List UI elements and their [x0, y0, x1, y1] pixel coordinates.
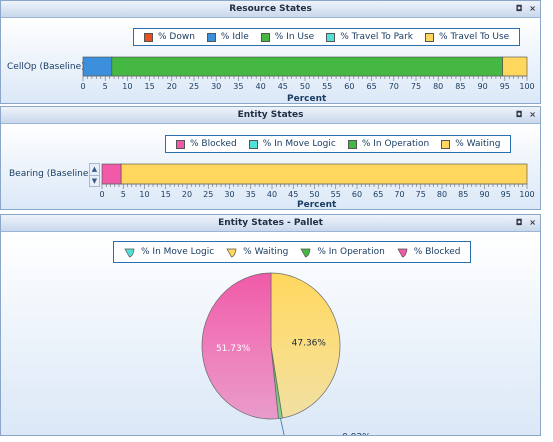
entity-states-chart: 0 5 10 15 20 25 30 35 40 45 50 55 60 65 70 75 80 85 90 95 10…: [99, 163, 535, 199]
entity-states-panel: Entity States ◘ × % Blocked% In Move Log…: [0, 106, 541, 210]
resource-tick-label: 30: [211, 82, 221, 91]
resource-tick-label: 50: [300, 82, 310, 91]
resource-tick-label: 5: [103, 82, 108, 91]
resource-tick-label: 15: [145, 82, 155, 91]
resource-tick-label: 25: [189, 82, 199, 91]
entity-tick-label: 100: [519, 190, 534, 199]
entity-tick-label: 15: [161, 190, 171, 199]
resource-states-chart: 0 5 10 15 20 25 30 35 40 45 50 55 60 65 70 75 80 85 90 95 10…: [80, 56, 535, 91]
entity-tick-label: 90: [479, 190, 489, 199]
resource-bar-segment[interactable]: [111, 56, 503, 77]
entity-tick-label: 55: [331, 190, 341, 199]
resource-tick-label: 80: [433, 82, 443, 91]
resource-tick-label: 10: [122, 82, 132, 91]
resource-tick-label: 100: [519, 82, 534, 91]
entity-tick-label: 35: [246, 190, 256, 199]
entity-tick-label: 70: [394, 190, 404, 199]
entity-tick-label: 85: [458, 190, 468, 199]
pie-value-label: 51.73%: [216, 344, 251, 354]
entity-tick-label: 50: [309, 190, 319, 199]
entity-tick-label: 5: [121, 190, 126, 199]
resource-tick-label: 85: [455, 82, 465, 91]
entity-tick-label: 10: [139, 190, 149, 199]
resource-tick-label: 55: [322, 82, 332, 91]
entity-tick-label: 30: [224, 190, 234, 199]
resource-tick-label: 65: [367, 82, 377, 91]
entity-tick-label: 25: [203, 190, 213, 199]
entity-axis-title: Percent: [297, 200, 337, 210]
resource-bar-segment[interactable]: [502, 56, 528, 77]
pie-value-label: 0.92%: [342, 432, 371, 436]
pallet-panel: Entity States - Pallet ◘ × % In Move Log…: [0, 214, 541, 436]
entity-tick-label: 75: [416, 190, 426, 199]
entity-bar-segment[interactable]: [120, 163, 528, 185]
resource-tick-label: 75: [411, 82, 421, 91]
entity-tick-label: 45: [288, 190, 298, 199]
resource-tick-label: 20: [167, 82, 177, 91]
entity-tick-label: 95: [501, 190, 511, 199]
entity-tick-label: 0: [99, 190, 104, 199]
entity-tick-label: 65: [373, 190, 383, 199]
app-window: Resource States ◘ × % Down% Idle% In Use…: [0, 0, 553, 442]
entity-tick-label: 60: [352, 190, 362, 199]
resource-tick-label: 45: [278, 82, 288, 91]
resource-tick-label: 95: [500, 82, 510, 91]
entity-bar-segment[interactable]: [101, 163, 122, 185]
resource-tick-label: 0: [80, 82, 85, 91]
resource-tick-label: 70: [389, 82, 399, 91]
pallet-pie-chart: 47.36% 0.92% 51.73%: [201, 272, 371, 436]
resource-tick-label: 35: [233, 82, 243, 91]
entity-tick-label: 20: [182, 190, 192, 199]
resource-tick-label: 90: [478, 82, 488, 91]
resource-bar-segment[interactable]: [82, 56, 113, 77]
pie-value-label: 47.36%: [292, 339, 327, 349]
pie-leader-line: [280, 418, 285, 435]
entity-tick-label: 40: [267, 190, 277, 199]
resource-states-panel: Resource States ◘ × % Down% Idle% In Use…: [0, 0, 541, 104]
resource-tick-label: 40: [256, 82, 266, 91]
resource-axis-title: Percent: [287, 94, 327, 104]
resource-tick-label: 60: [344, 82, 354, 91]
entity-tick-label: 80: [437, 190, 447, 199]
